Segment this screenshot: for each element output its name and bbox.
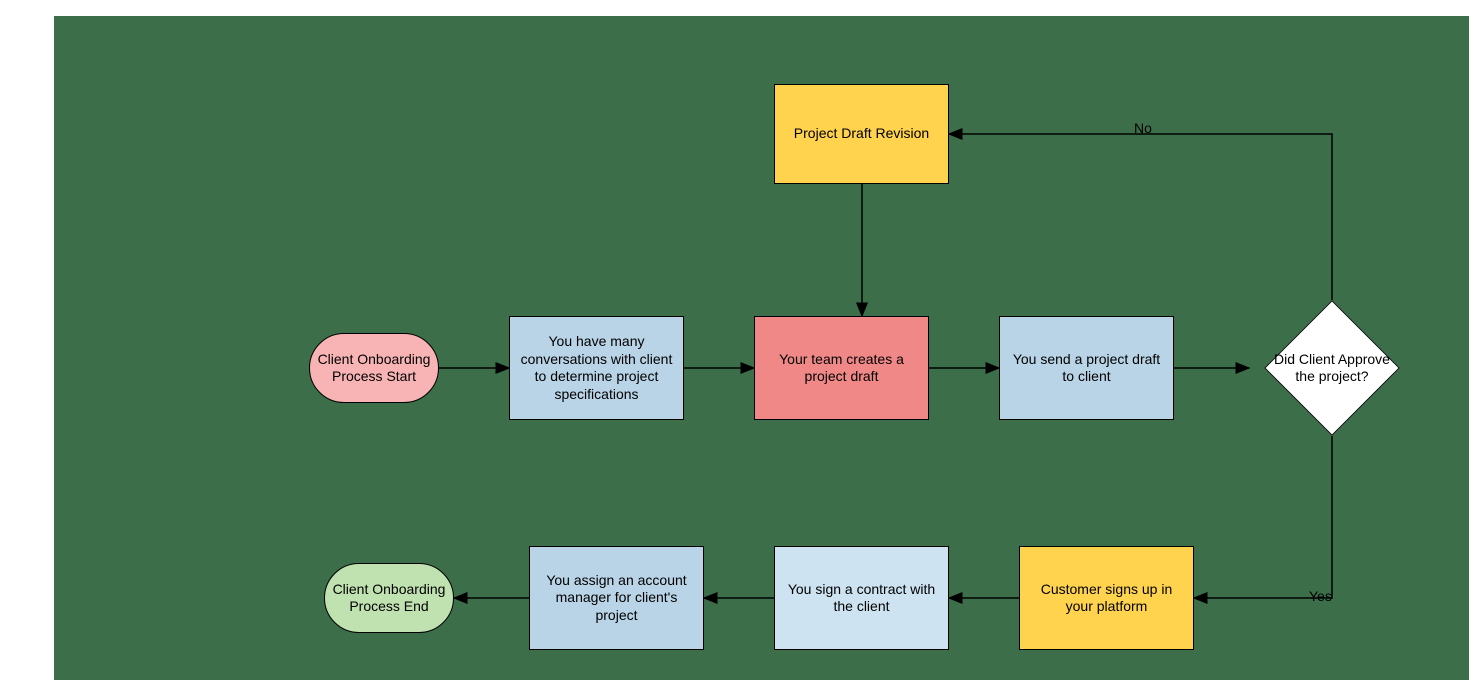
node-assign-manager[interactable]: You assign an account manager for client… xyxy=(529,546,704,650)
node-signup[interactable]: Customer signs up in your platform xyxy=(1019,546,1194,650)
node-label: Customer signs up in your platform xyxy=(1026,581,1187,616)
flowchart-canvas: Project Draft Revision Client Onboarding… xyxy=(54,16,1469,680)
node-send-draft[interactable]: You send a project draft to client xyxy=(999,316,1174,420)
node-start[interactable]: Client Onboarding Process Start xyxy=(309,333,439,403)
decision-text: Did Client Approve the project? xyxy=(1274,351,1390,386)
node-label: Client Onboarding Process End xyxy=(331,581,447,616)
edge-label-yes: Yes xyxy=(1309,588,1332,604)
edge-label-no: No xyxy=(1134,120,1152,136)
node-label: You sign a contract with the client xyxy=(781,581,942,616)
node-contract[interactable]: You sign a contract with the client xyxy=(774,546,949,650)
node-revision[interactable]: Project Draft Revision xyxy=(774,84,949,184)
node-label: You send a project draft to client xyxy=(1006,351,1167,386)
node-decision[interactable]: Did Client Approve the project? xyxy=(1284,320,1380,416)
node-label: You have many conversations with client … xyxy=(516,333,677,403)
node-label: Your team creates a project draft xyxy=(761,351,922,386)
node-label: Project Draft Revision xyxy=(794,125,929,143)
node-label: Did Client Approve the project? xyxy=(1254,320,1410,416)
node-create-draft[interactable]: Your team creates a project draft xyxy=(754,316,929,420)
node-end[interactable]: Client Onboarding Process End xyxy=(324,563,454,633)
node-conversations[interactable]: You have many conversations with client … xyxy=(509,316,684,420)
node-label: Client Onboarding Process Start xyxy=(316,351,432,386)
node-label: You assign an account manager for client… xyxy=(536,572,697,625)
